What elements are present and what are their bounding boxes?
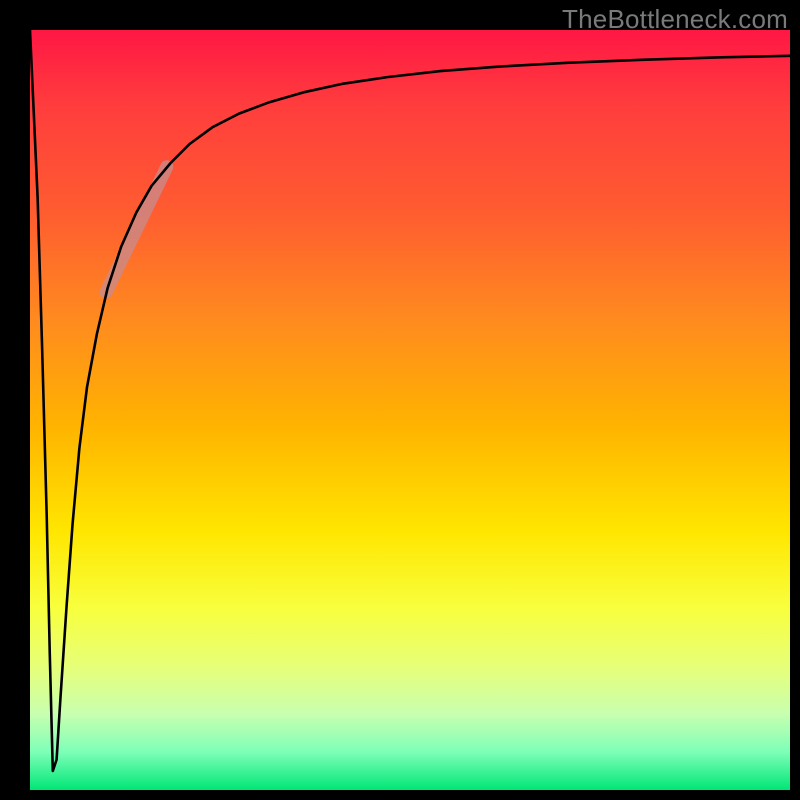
curve-layer xyxy=(30,30,790,790)
watermark-label: TheBottleneck.com xyxy=(562,4,788,35)
main-curve xyxy=(30,30,790,771)
plot-area xyxy=(30,30,790,790)
chart-container: TheBottleneck.com xyxy=(0,0,800,800)
highlight-band xyxy=(106,167,167,292)
